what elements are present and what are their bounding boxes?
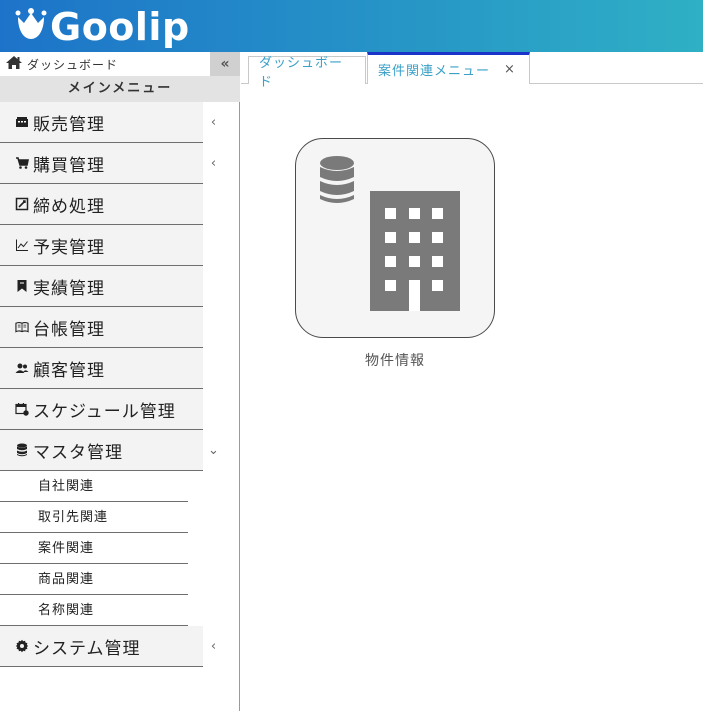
menu-item-master[interactable]: マスタ管理 ⌄ — [0, 430, 219, 471]
chevron-left-icon: ‹ — [210, 156, 218, 171]
dashboard-link[interactable]: ダッシュボード — [5, 55, 118, 73]
tab-dashboard[interactable]: ダッシュボード — [248, 56, 366, 90]
sidebar-top: ダッシュボード « — [0, 52, 240, 76]
calendar-icon — [15, 402, 29, 416]
close-icon[interactable]: × — [504, 62, 516, 77]
submenu-item-products[interactable]: 商品関連 — [0, 564, 188, 595]
menu-item-purchasing[interactable]: 購買管理 ‹ — [0, 143, 216, 184]
tab-label: 案件関連メニュー — [378, 64, 491, 79]
menu-item-sales[interactable]: 販売管理 ‹ — [0, 102, 216, 143]
menu-item-label: スケジュール管理 — [33, 401, 176, 422]
menu-item-label: 予実管理 — [33, 237, 105, 258]
menu-item-label: 締め処理 — [33, 196, 105, 217]
menu-item-label: マスタ管理 — [33, 442, 123, 463]
brand-name: Goolip — [50, 5, 190, 49]
chevron-placeholder — [207, 307, 221, 348]
menu-item-closing[interactable]: 締め処理 — [0, 184, 203, 225]
tulip-logo-icon — [14, 7, 48, 47]
tab-bar: ダッシュボード 案件関連メニュー × — [241, 52, 703, 90]
menu-item-label: システム管理 — [33, 638, 141, 659]
chevron-down-icon: ⌄ — [208, 443, 220, 458]
menu-item-label: 顧客管理 — [33, 360, 105, 381]
property-info-card[interactable] — [295, 138, 495, 338]
edit-box-icon — [15, 197, 29, 211]
menu-item-schedule[interactable]: スケジュール管理 — [0, 389, 203, 430]
submenu-item-projects[interactable]: 案件関連 — [0, 533, 188, 564]
users-icon — [15, 361, 29, 375]
menu-item-results[interactable]: 実績管理 — [0, 266, 203, 307]
property-info-label[interactable]: 物件情報 — [295, 350, 495, 370]
chevron-left-icon: ‹ — [210, 639, 218, 654]
register-icon — [15, 115, 29, 129]
menu-item-budget[interactable]: 予実管理 — [0, 225, 203, 266]
chevron-placeholder — [207, 184, 221, 225]
content-area: 物件情報 — [241, 84, 703, 711]
chevron-placeholder — [207, 225, 221, 266]
book-icon — [15, 320, 29, 334]
database-icon — [15, 443, 29, 457]
menu-item-system[interactable]: システム管理 ‹ — [0, 626, 216, 667]
cart-icon — [15, 156, 29, 170]
menu-item-label: 販売管理 — [33, 114, 105, 135]
menu-item-label: 購買管理 — [33, 155, 105, 176]
menu-item-label: 台帳管理 — [33, 319, 105, 340]
bookmark-icon — [15, 279, 29, 293]
chevron-left-icon: ‹ — [210, 115, 218, 130]
header: Goolip — [0, 0, 703, 52]
main-menu: 販売管理 ‹ 購買管理 ‹ 締め処理 予実管理 実績管理 台帳管理 顧客管理 ス… — [0, 102, 240, 667]
logo[interactable]: Goolip — [14, 4, 190, 50]
menu-item-customers[interactable]: 顧客管理 — [0, 348, 203, 389]
app: Goolip ダッシュボード « メインメニュー 販売管理 ‹ 購買管理 ‹ 締… — [0, 0, 703, 711]
submenu-item-names[interactable]: 名称関連 — [0, 595, 188, 626]
main-menu-title: メインメニュー — [0, 76, 240, 102]
menu-item-ledger[interactable]: 台帳管理 — [0, 307, 203, 348]
line-chart-icon — [15, 238, 29, 252]
tab-project-menu[interactable]: 案件関連メニュー × — [367, 52, 530, 84]
home-icon — [5, 55, 27, 73]
sidebar-collapse-button[interactable]: « — [210, 52, 240, 76]
sidebar: ダッシュボード « メインメニュー 販売管理 ‹ 購買管理 ‹ 締め処理 予実管… — [0, 52, 240, 711]
chevron-placeholder — [207, 389, 221, 430]
dashboard-link-label: ダッシュボード — [27, 57, 119, 72]
menu-item-label: 実績管理 — [33, 278, 105, 299]
chevron-placeholder — [207, 348, 221, 389]
master-submenu: 自社関連 取引先関連 案件関連 商品関連 名称関連 — [0, 471, 240, 626]
gear-icon — [15, 639, 29, 653]
chevron-placeholder — [207, 266, 221, 307]
submenu-item-partners[interactable]: 取引先関連 — [0, 502, 188, 533]
submenu-item-company[interactable]: 自社関連 — [0, 471, 188, 502]
